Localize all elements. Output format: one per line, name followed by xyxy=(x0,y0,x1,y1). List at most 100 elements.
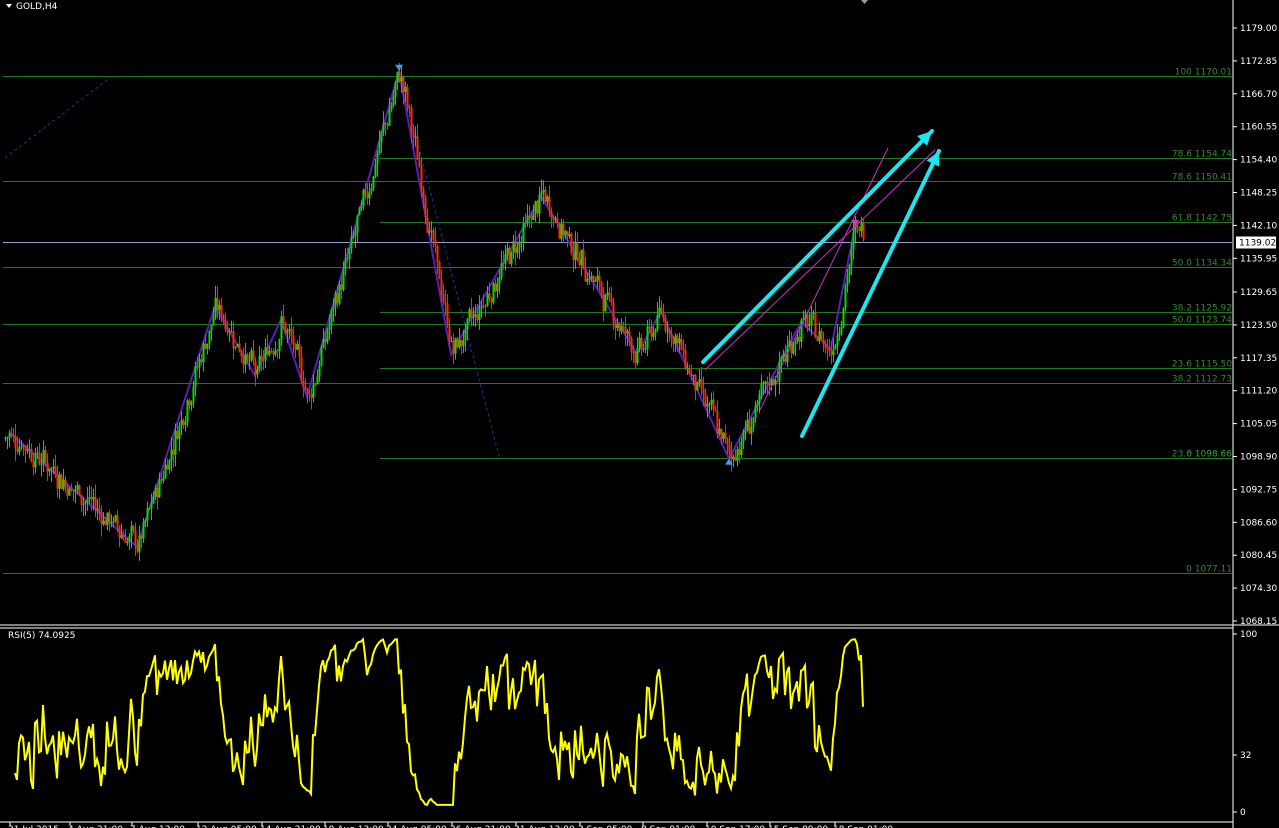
candle-body xyxy=(418,159,421,167)
chart-canvas: 100 1170.01 78.6 1154.74 78.6 1150.41 61.8 … xyxy=(0,0,1279,828)
candle-body xyxy=(500,263,503,278)
candle-body xyxy=(238,343,241,351)
candle-body xyxy=(386,124,389,126)
price-tick-label: 1068.15 xyxy=(1240,617,1277,627)
candle-body xyxy=(750,426,753,434)
candle-body xyxy=(586,278,589,282)
candle-body xyxy=(392,96,395,106)
candle-body xyxy=(282,316,285,323)
candle-body xyxy=(110,522,113,524)
candle-body xyxy=(286,330,289,333)
candle-body xyxy=(28,449,31,451)
candle-body xyxy=(706,403,709,407)
annotations xyxy=(395,64,941,465)
candle-body xyxy=(746,419,749,431)
candle-body xyxy=(374,164,377,177)
chart-menu-icon[interactable] xyxy=(6,4,12,8)
candle-body xyxy=(742,433,745,442)
candle-body xyxy=(128,536,131,542)
candle-body xyxy=(448,325,451,342)
candle-body xyxy=(212,316,215,325)
candle-body xyxy=(150,503,153,509)
price-tick-label: 1111.20 xyxy=(1240,387,1277,397)
price-tick-label: 1074.30 xyxy=(1240,584,1277,594)
candle-body xyxy=(116,515,119,527)
candle-body xyxy=(226,328,229,333)
candle-body xyxy=(170,449,173,460)
candle-body xyxy=(64,479,67,487)
candle-body xyxy=(20,445,23,447)
candle-body xyxy=(70,488,73,491)
candle-body xyxy=(218,305,221,310)
candle-body xyxy=(168,459,171,470)
candle-body xyxy=(118,526,121,538)
candle-body xyxy=(690,374,693,376)
candle-body xyxy=(674,335,677,344)
candle-body xyxy=(862,222,865,240)
candle-body xyxy=(130,525,133,537)
candle-body xyxy=(548,196,551,212)
candle-body xyxy=(496,283,499,292)
fib-level-label: 61.8 1142.75 xyxy=(1172,214,1232,224)
candle-body xyxy=(444,301,447,304)
price-tick-label: 1172.85 xyxy=(1240,57,1277,67)
candle-body xyxy=(68,488,71,496)
candle-body xyxy=(338,284,341,304)
candle-body xyxy=(332,306,335,310)
candle-body xyxy=(76,485,79,490)
candle-body xyxy=(702,388,705,394)
candle-body xyxy=(636,347,639,364)
candle-body xyxy=(792,344,795,354)
candle-body xyxy=(162,477,165,481)
candle-body xyxy=(606,292,609,296)
candle-body xyxy=(276,350,279,352)
price-tick-label: 1166.70 xyxy=(1240,90,1277,100)
candle-body xyxy=(776,380,779,382)
candle-body xyxy=(22,445,25,447)
candle-body xyxy=(420,166,423,190)
candle-body xyxy=(254,361,257,375)
candle-body xyxy=(328,324,331,330)
candle-body xyxy=(296,343,299,350)
candle-body xyxy=(176,430,179,439)
candle-body xyxy=(812,312,815,314)
candle-body xyxy=(346,258,349,260)
candle-body xyxy=(828,348,831,352)
candle-body xyxy=(464,329,467,341)
candle-body xyxy=(440,278,443,294)
candle-body xyxy=(412,132,415,138)
candle-body xyxy=(522,223,525,242)
candle-body xyxy=(814,312,817,338)
price-tick-label: 1117.35 xyxy=(1240,354,1277,364)
candle-body xyxy=(370,188,373,192)
candle-body xyxy=(498,277,501,284)
candle-body xyxy=(626,331,629,334)
price-tick-label: 1129.65 xyxy=(1240,288,1277,298)
candle-body xyxy=(518,242,521,248)
candle-body xyxy=(264,347,267,361)
candle-body xyxy=(240,350,243,357)
candle-body xyxy=(432,230,435,240)
fib-level-label: 38.2 1112.73 xyxy=(1172,375,1232,385)
candle-body xyxy=(146,508,149,521)
candle-body xyxy=(794,341,797,345)
candle-body xyxy=(174,430,177,455)
candle-body xyxy=(160,479,163,481)
candle-body xyxy=(628,331,631,339)
candle-body xyxy=(144,520,147,523)
candle-body xyxy=(258,355,261,370)
candle-body xyxy=(774,380,777,385)
candle-body xyxy=(656,314,659,330)
candle-body xyxy=(714,409,717,412)
candle-body xyxy=(670,334,673,338)
candle-body xyxy=(458,339,461,348)
candle-body xyxy=(406,86,409,107)
candle-body xyxy=(598,275,601,283)
candle-body xyxy=(54,466,57,475)
candle-body xyxy=(632,351,635,353)
candle-body xyxy=(512,241,515,253)
candle-body xyxy=(232,331,235,348)
candle-body xyxy=(396,71,399,83)
candle-body xyxy=(366,193,369,199)
candle-body xyxy=(364,189,367,194)
